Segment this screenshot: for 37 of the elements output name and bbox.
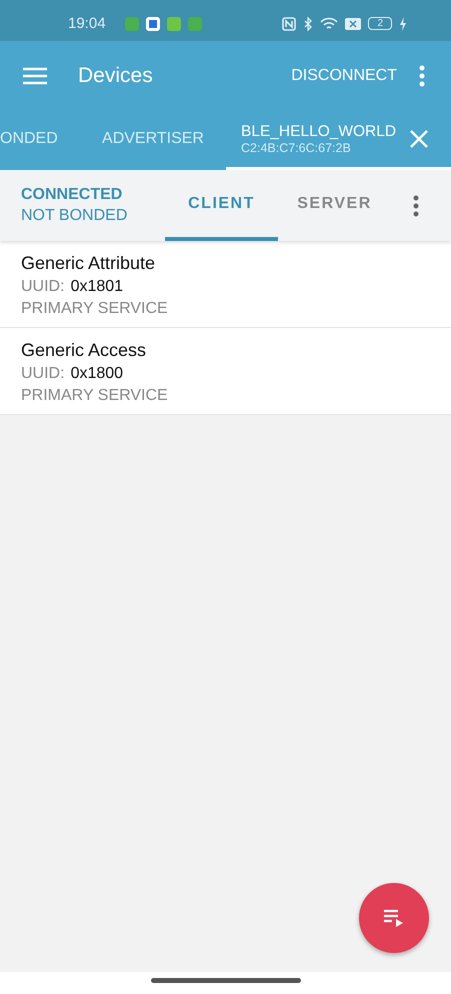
service-item[interactable]: Generic Attribute UUID: 0x1801 PRIMARY SERVICE bbox=[0, 241, 451, 328]
menu-icon[interactable] bbox=[23, 66, 47, 84]
sim-off-icon bbox=[345, 18, 362, 30]
app-notification-icon bbox=[146, 16, 160, 30]
service-type: PRIMARY SERVICE bbox=[21, 387, 169, 405]
battery-level: 2 bbox=[368, 17, 392, 30]
device-name: BLE_HELLO_WORLD bbox=[241, 122, 396, 140]
app-notification-icon bbox=[124, 16, 139, 30]
service-name: Generic Access bbox=[21, 340, 148, 361]
disconnect-button[interactable]: DISCONNECT bbox=[291, 66, 397, 84]
service-name: Generic Attribute bbox=[21, 253, 156, 274]
more-options-icon[interactable] bbox=[413, 194, 419, 216]
bluetooth-icon bbox=[303, 16, 314, 30]
bond-state: NOT BONDED bbox=[21, 207, 128, 225]
connection-state: CONNECTED bbox=[21, 186, 124, 204]
service-item[interactable]: Generic Access UUID: 0x1800 PRIMARY SERVICE bbox=[0, 328, 451, 415]
log-button[interactable] bbox=[359, 883, 429, 953]
uuid-value: 0x1801 bbox=[70, 278, 124, 296]
device-tab[interactable]: ADVERTISER bbox=[80, 110, 226, 170]
service-type: PRIMARY SERVICE bbox=[21, 300, 169, 318]
more-options-icon[interactable] bbox=[419, 64, 425, 86]
device-address: C2:4B:C7:6C:67:2B bbox=[241, 140, 352, 154]
playlist-play-icon bbox=[383, 908, 405, 928]
close-icon[interactable] bbox=[410, 130, 428, 148]
wifi-icon bbox=[320, 16, 338, 30]
status-time: 19:04 bbox=[68, 15, 106, 32]
mode-tab[interactable]: SERVER bbox=[278, 170, 391, 241]
tab-label: ONDED bbox=[0, 130, 58, 148]
charging-icon bbox=[399, 16, 407, 30]
tab-label: ADVERTISER bbox=[102, 130, 204, 148]
app-notification-icon bbox=[166, 16, 181, 30]
uuid-label: UUID: bbox=[21, 278, 65, 296]
device-tab[interactable]: ONDED bbox=[0, 110, 80, 170]
uuid-value: 0x1800 bbox=[70, 365, 124, 383]
app-title: Devices bbox=[78, 64, 153, 88]
nfc-icon bbox=[282, 16, 296, 30]
uuid-label: UUID: bbox=[21, 365, 65, 383]
